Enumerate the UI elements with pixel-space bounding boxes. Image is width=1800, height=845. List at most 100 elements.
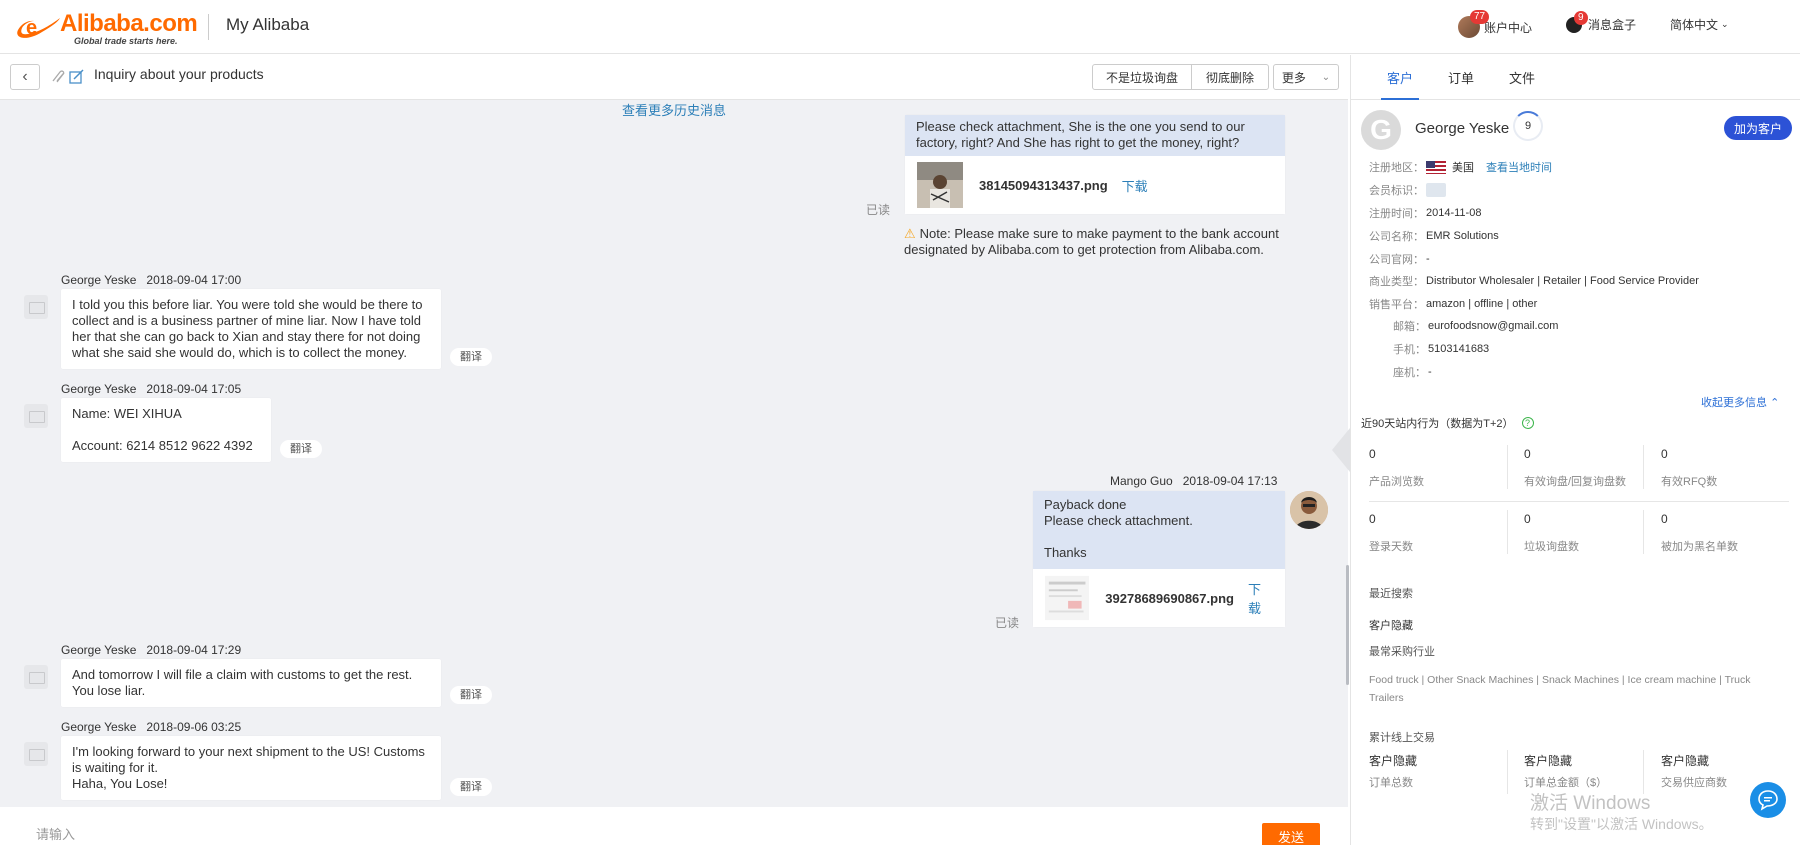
info-value: - <box>1426 253 1430 265</box>
customer-avatar-icon <box>24 742 48 766</box>
image-thumbnail[interactable] <box>1045 575 1090 621</box>
help-icon[interactable]: ? <box>1521 417 1534 429</box>
add-customer-button[interactable]: 加为客户 <box>1724 116 1792 140</box>
stat-label: 产品浏览数 <box>1369 476 1424 488</box>
top-bar: e Alibaba.com Global trade starts here. … <box>0 0 1800 54</box>
attachment-row: 39278689690867.png 下载 <box>1033 569 1285 627</box>
account-center-link[interactable]: 77 账户中心 <box>1458 10 1533 38</box>
stat-label: 垃圾询盘数 <box>1524 541 1579 553</box>
user-avatar: 77 <box>1458 10 1490 38</box>
incoming-message: I'm looking forward to your next shipmen… <box>61 736 441 800</box>
payment-note-text: Note: Please make sure to make payment t… <box>904 226 1279 257</box>
chevron-up-icon: ⌃ <box>1770 397 1780 409</box>
message-text: Please check attachment, She is the one … <box>905 115 1285 156</box>
read-status: 已读 <box>866 203 891 217</box>
top-industry-list: Food truck | Other Snack Machines | Snac… <box>1369 674 1751 704</box>
page-title[interactable]: My Alibaba <box>226 15 309 35</box>
incoming-message: And tomorrow I will file a claim with cu… <box>61 659 441 707</box>
stat-label: 有效RFQ数 <box>1661 476 1718 488</box>
info-region: 注册地区： 美国 查看当地时间 <box>1369 159 1552 175</box>
customer-avatar-icon <box>24 404 48 428</box>
sender-line: George Yeske 2018-09-04 17:05 <box>61 382 241 396</box>
chat-support-button[interactable] <box>1750 782 1786 818</box>
stat-value: 0 <box>1369 447 1376 461</box>
stat-spam: 0 垃圾询盘数 <box>1524 512 1654 554</box>
input-placeholder: 请输入 <box>36 827 76 842</box>
sender-name: George Yeske <box>61 643 137 657</box>
attachment-edit-icons <box>52 69 84 84</box>
local-time-link[interactable]: 查看当地时间 <box>1486 159 1552 175</box>
windows-activation-watermark: 激活 Windows <box>1530 793 1651 814</box>
panel-collapse-icon[interactable] <box>1330 428 1350 472</box>
chat-bubble-icon <box>1758 790 1778 811</box>
info-value: - <box>1428 366 1432 378</box>
divider <box>1507 510 1508 554</box>
customer-avatar-icon <box>24 665 48 689</box>
collapse-more-info-link[interactable]: 收起更多信息 ⌃ <box>1701 394 1779 410</box>
stat-blacklist: 0 被加为黑名单数 <box>1661 512 1791 554</box>
download-link[interactable]: 下载 <box>1122 176 1148 195</box>
image-thumbnail[interactable] <box>917 162 963 208</box>
translate-button[interactable]: 翻译 <box>450 686 492 704</box>
divider <box>1507 445 1508 489</box>
info-label: 公司名称： <box>1369 231 1424 243</box>
tab-orders[interactable]: 订单 <box>1448 68 1474 87</box>
outgoing-message: Please check attachment, She is the one … <box>905 115 1285 214</box>
stat-rfq: 0 有效RFQ数 <box>1661 447 1791 489</box>
translate-button[interactable]: 翻译 <box>280 440 322 458</box>
message-time: 2018-09-04 17:05 <box>146 382 242 396</box>
send-button[interactable]: 发送 <box>1262 823 1320 845</box>
tab-files[interactable]: 文件 <box>1509 68 1535 87</box>
translate-button[interactable]: 翻译 <box>450 348 492 366</box>
info-label: 注册时间： <box>1369 208 1424 220</box>
sender-name: George Yeske <box>61 273 137 287</box>
info-member: 会员标识： <box>1369 182 1446 198</box>
view-history-link[interactable]: 查看更多历史消息 <box>622 100 726 119</box>
attachment-filename: 38145094313437.png <box>979 177 1108 193</box>
message-line: Haha, You Lose! <box>72 776 168 791</box>
panel-tabs: 客户 订单 文件 <box>1351 55 1800 100</box>
customer-avatar-icon <box>24 295 48 319</box>
info-value: 2014-11-08 <box>1426 207 1482 219</box>
top-divider <box>208 14 209 40</box>
info-value: EMR Solutions <box>1426 230 1499 242</box>
message-line: Payback done <box>1044 497 1127 512</box>
chat-message-list[interactable]: 查看更多历史消息 Please check attachment, She is… <box>0 100 1348 807</box>
stat-product-views: 0 产品浏览数 <box>1369 447 1499 489</box>
stat-inquiries: 0 有效询盘/回复询盘数 <box>1524 447 1654 489</box>
info-reg-time: 注册时间： 2014-11-08 <box>1369 205 1481 221</box>
alibaba-logo[interactable]: e Alibaba.com Global trade starts here. <box>12 10 198 46</box>
incoming-message: I told you this before liar. You were to… <box>61 289 441 369</box>
outgoing-message: Payback done Please check attachment. Th… <box>1033 491 1285 627</box>
chat-header: ‹ Inquiry about your products 不是垃圾询盘 彻底删… <box>0 55 1348 100</box>
divider <box>1643 445 1644 489</box>
language-selector[interactable]: 简体中文 ⌄ <box>1670 16 1729 33</box>
account-badge: 77 <box>1470 10 1490 24</box>
message-input[interactable]: 请输入 <box>18 812 1330 845</box>
back-button[interactable]: ‹ <box>10 64 40 90</box>
more-dropdown[interactable]: 更多 ⌄ <box>1273 64 1339 90</box>
tab-customer[interactable]: 客户 <box>1380 68 1420 100</box>
chat-subject: Inquiry about your products <box>94 66 264 82</box>
read-status: 已读 <box>995 616 1020 630</box>
chevron-down-icon: ⌄ <box>1721 19 1729 29</box>
message-line: Name: WEI XIHUA <box>72 406 182 421</box>
attachment-row: 38145094313437.png 下载 <box>905 156 1285 214</box>
not-spam-button[interactable]: 不是垃圾询盘 <box>1092 64 1192 90</box>
recent-search-value: 客户隐藏 <box>1369 620 1413 632</box>
stat-value: 0 <box>1661 512 1668 526</box>
translate-button[interactable]: 翻译 <box>450 778 492 796</box>
info-label: 公司官网： <box>1369 254 1424 266</box>
chat-scrollbar[interactable] <box>1346 565 1349 685</box>
account-center-label: 账户中心 <box>1484 20 1533 35</box>
info-value: 美国 <box>1452 162 1474 174</box>
brand-name: Alibaba.com <box>60 10 198 37</box>
info-label: 手机： <box>1393 344 1426 356</box>
message-line: I'm looking forward to your next shipmen… <box>72 744 425 775</box>
download-link[interactable]: 下载 <box>1248 579 1273 617</box>
delete-permanently-button[interactable]: 彻底删除 <box>1191 64 1269 90</box>
more-info-label: 收起更多信息 <box>1701 397 1767 409</box>
message-icon: 9 <box>1566 10 1588 33</box>
trade-orders-label: 订单总数 <box>1369 777 1413 789</box>
message-box-link[interactable]: 9 消息盒子 <box>1566 10 1636 33</box>
